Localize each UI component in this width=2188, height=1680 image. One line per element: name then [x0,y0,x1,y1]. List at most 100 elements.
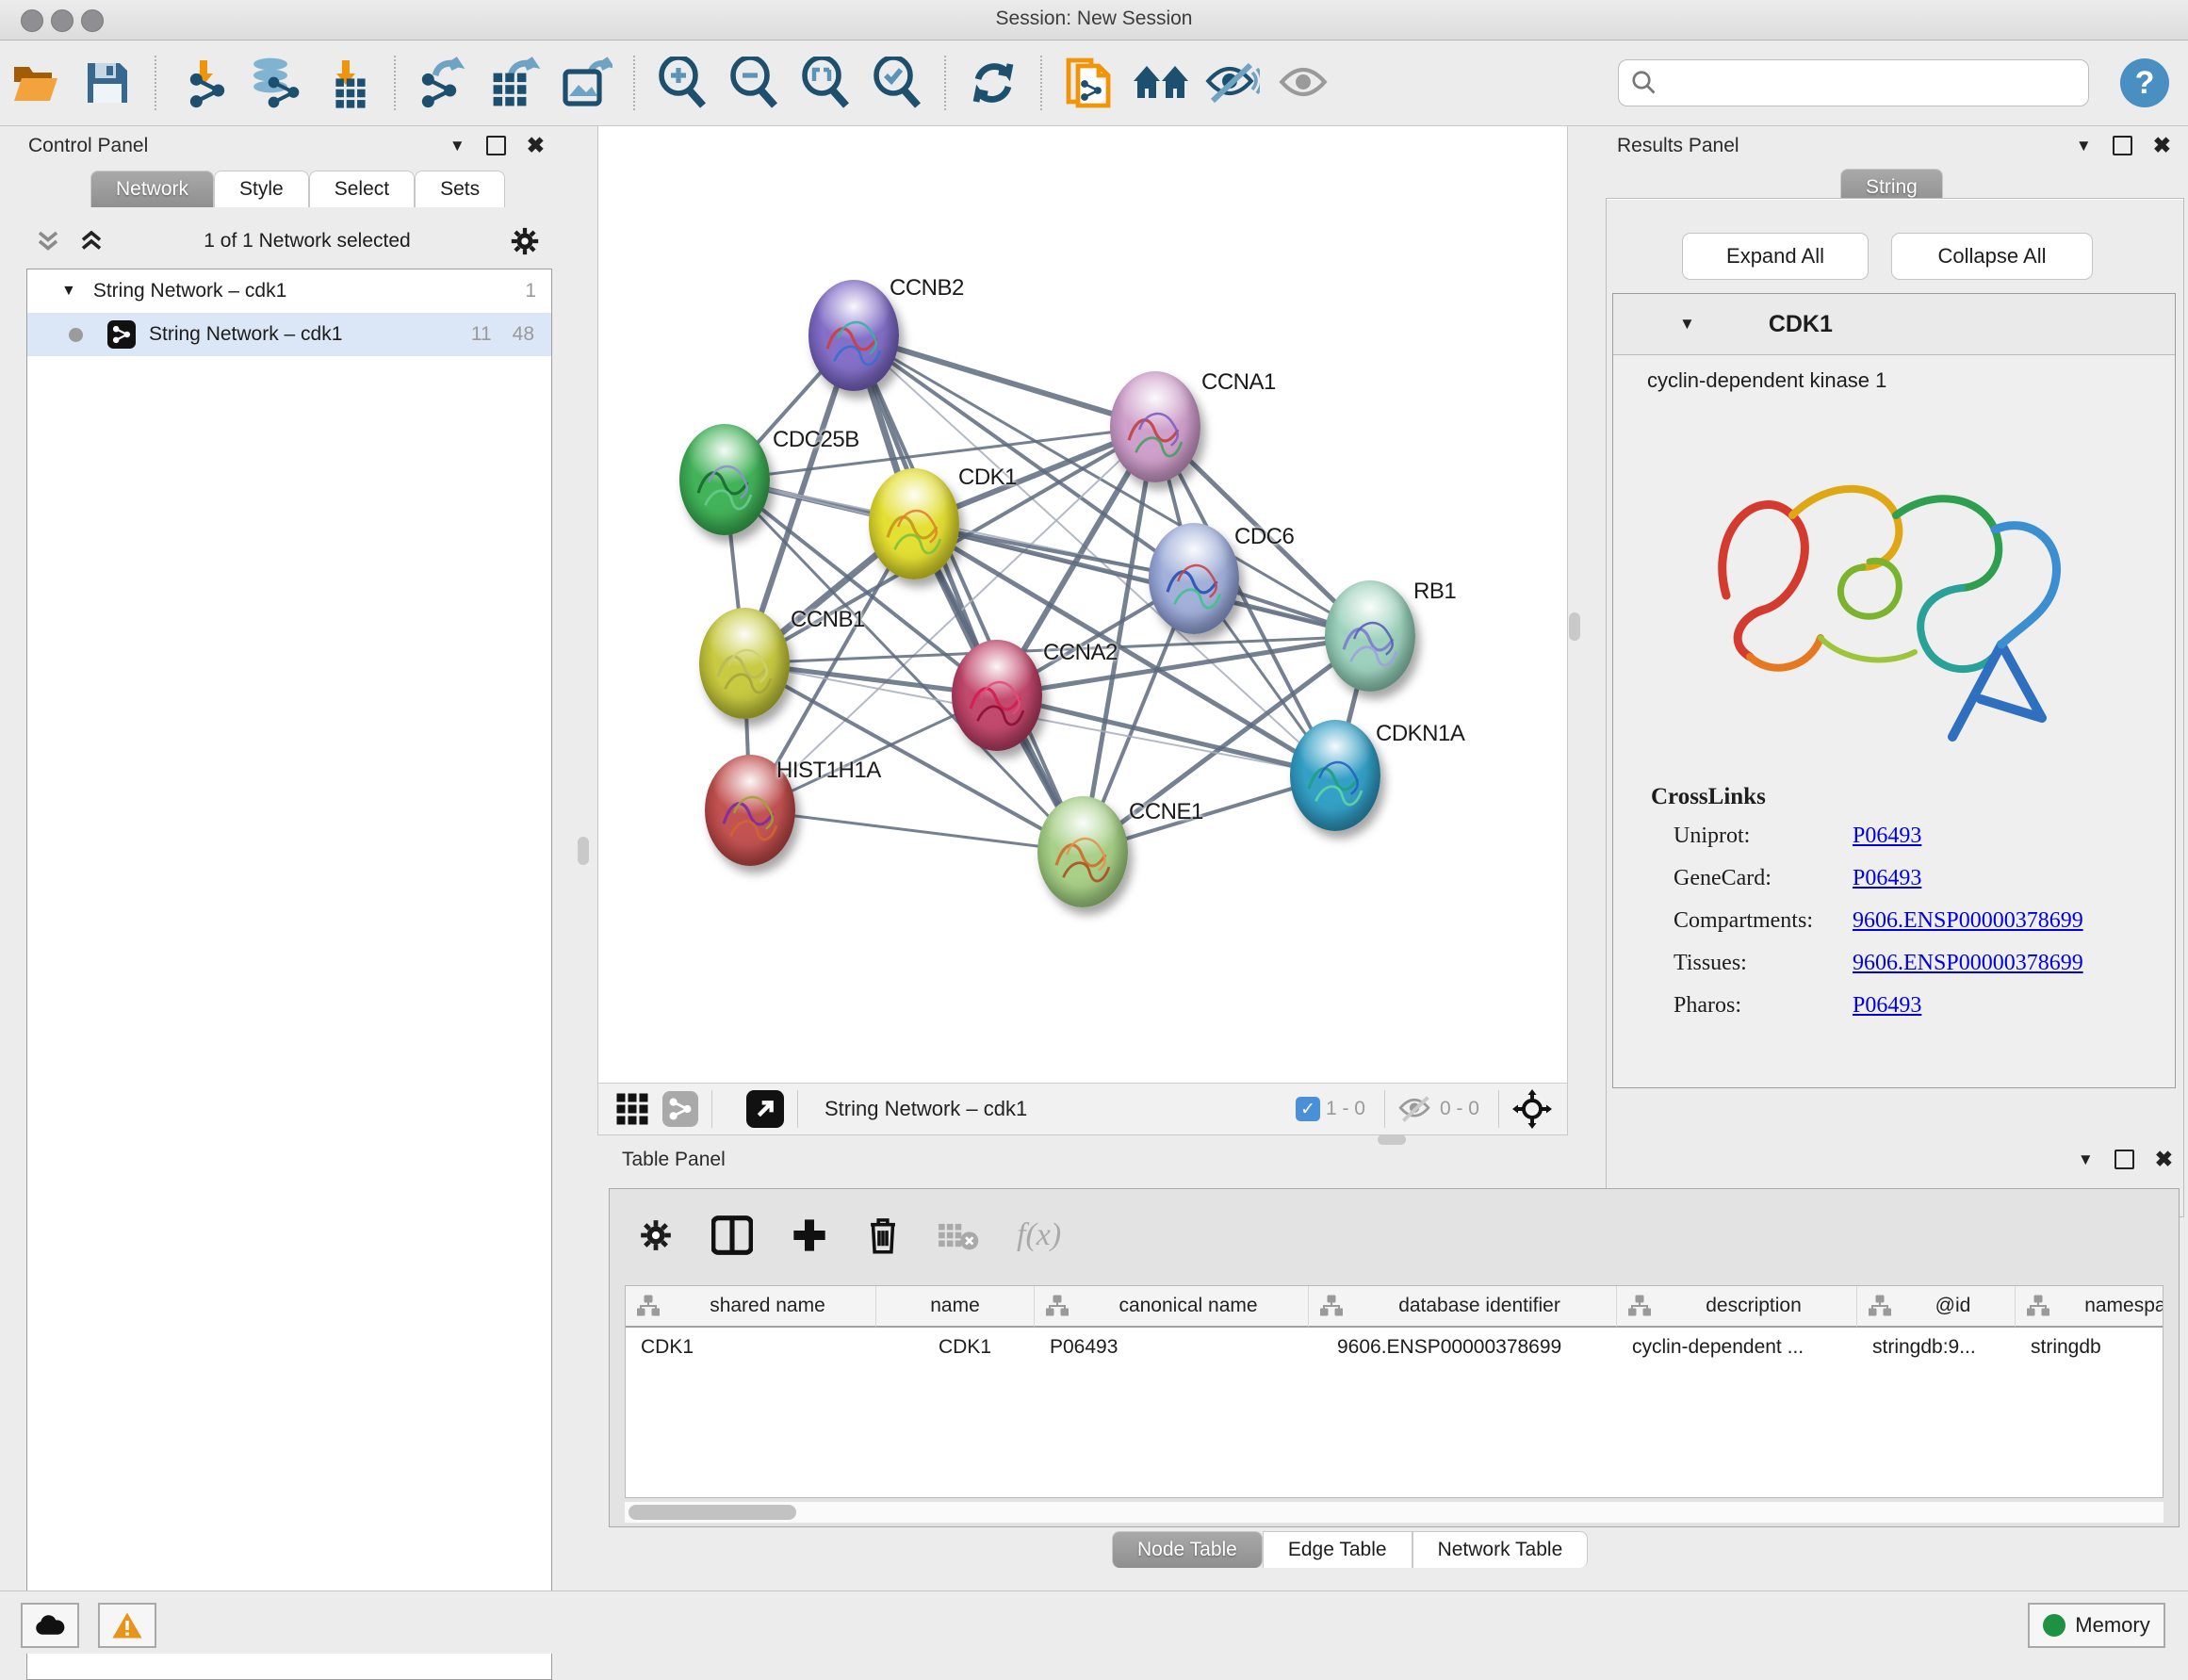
panel-menu-icon[interactable]: ▼ [2076,137,2092,155]
crosslink-link[interactable]: P06493 [1853,993,1921,1019]
tab-sets[interactable]: Sets [415,171,505,207]
expand-all-button[interactable]: Expand All [1682,233,1869,280]
node-table[interactable]: shared name name canonical name database… [625,1285,2164,1498]
grid-view-icon[interactable] [615,1092,649,1126]
crosslink-link[interactable]: 9606.ENSP00000378699 [1853,951,2083,976]
collection-expander-icon[interactable]: ▼ [61,283,76,300]
table-cell[interactable]: CDK1 [626,1328,876,1367]
network-edge[interactable] [750,810,1083,852]
network-edge[interactable] [854,335,1083,852]
network-node-cdc6[interactable] [1149,523,1239,634]
crosslink-link[interactable]: P06493 [1853,866,1921,891]
sitemap-icon [637,1295,660,1317]
export-image-icon[interactable] [557,54,615,112]
expand-all-networks-icon[interactable] [34,227,62,255]
network-node-ccnb2[interactable] [808,280,899,391]
search-input[interactable] [1666,71,2088,95]
crosslink-link[interactable]: P06493 [1853,824,1921,849]
network-node-ccnb1[interactable] [699,608,790,719]
panel-menu-icon[interactable]: ▼ [2078,1150,2094,1169]
toolbar-separator [711,1090,712,1128]
detach-view-icon[interactable] [746,1090,784,1128]
table-cell[interactable]: CDK1 [876,1328,1035,1367]
splitter-grip[interactable] [578,837,589,865]
sitemap-icon [1628,1295,1651,1317]
show-columns-icon[interactable] [711,1215,753,1255]
node-label-rb1: RB1 [1413,579,1456,605]
horizontal-scrollbar[interactable] [625,1502,2164,1523]
close-panel-icon[interactable]: ✖ [2153,133,2171,158]
control-panel-title: Control Panel [28,135,148,157]
table-cell[interactable]: P06493 [1035,1328,1309,1367]
show-all-icon[interactable] [1275,54,1333,112]
zoom-selected-icon[interactable] [868,54,926,112]
search-box[interactable] [1618,59,2089,106]
protein-structure [1110,379,1200,482]
add-column-icon[interactable] [791,1216,828,1254]
network-node-cdk1[interactable] [869,468,959,579]
collapse-all-button[interactable]: Collapse All [1891,233,2093,280]
table-cell[interactable]: cyclin-dependent ... [1617,1328,1857,1367]
network-row[interactable]: String Network – cdk1 11 48 [27,313,551,356]
float-panel-icon[interactable] [486,136,506,155]
open-session-icon[interactable] [7,54,65,112]
memory-button[interactable]: Memory [2028,1603,2165,1648]
panel-menu-icon[interactable]: ▼ [449,137,465,155]
protein-detail-card: ▼ CDK1 cyclin-dependent kinase 1 [1612,293,2176,1088]
import-table-icon[interactable] [318,54,376,112]
export-table-icon[interactable] [485,54,544,112]
close-panel-icon[interactable]: ✖ [527,133,545,158]
export-network-icon[interactable] [414,54,472,112]
import-network-from-database-icon[interactable] [246,54,304,112]
cloud-status-button[interactable] [21,1603,79,1648]
float-panel-icon[interactable] [2113,136,2132,155]
collapse-protein-icon[interactable]: ▼ [1679,315,1695,334]
table-cell[interactable]: 9606.ENSP00000378699 [1309,1328,1617,1367]
tab-select[interactable]: Select [309,171,415,207]
delete-column-icon[interactable] [866,1215,900,1255]
network-node-rb1[interactable] [1325,580,1415,692]
scrollbar-thumb[interactable] [629,1505,796,1520]
network-node-cdkn1a[interactable] [1290,720,1380,831]
memory-label: Memory [2075,1613,2149,1638]
crosslink-label: Compartments: [1674,908,1853,934]
tab-network[interactable]: Network [90,171,214,207]
table-options-gear-icon[interactable] [638,1217,674,1253]
refresh-icon[interactable] [964,54,1022,112]
zoom-fit-icon[interactable] [796,54,855,112]
warning-button[interactable] [98,1603,156,1648]
network-node-ccna2[interactable] [952,640,1042,751]
crosslink-row: Pharos:P06493 [1674,993,2141,1019]
save-session-icon[interactable] [78,54,137,112]
float-panel-icon[interactable] [2115,1150,2134,1169]
network-node-ccne1[interactable] [1037,796,1128,907]
table-cell[interactable]: stringdb:9... [1857,1328,2016,1367]
protein-card-header[interactable]: ▼ CDK1 [1613,294,2175,355]
network-options-gear-icon[interactable] [509,225,541,257]
birds-eye-view-icon[interactable] [1512,1089,1552,1129]
splitter-grip[interactable] [1569,612,1580,641]
share-view-icon[interactable] [662,1091,698,1127]
close-panel-icon[interactable]: ✖ [2155,1147,2173,1172]
import-network-icon[interactable] [174,54,233,112]
network-node-ccna1[interactable] [1110,371,1200,482]
tab-node-table[interactable]: Node Table [1112,1531,1263,1568]
network-node-cdc25b[interactable] [679,424,770,535]
crosslink-link[interactable]: 9606.ENSP00000378699 [1853,908,2083,934]
selected-checkbox-icon[interactable]: ✓ [1296,1097,1320,1121]
table-cell[interactable]: stringdb [2016,1328,2164,1367]
network-view[interactable]: CCNB2CCNA1CDC25BCDK1CDC6RB1CCNB1CCNA2CDK… [597,125,1568,1135]
help-button[interactable]: ? [2120,58,2169,107]
tab-network-table[interactable]: Network Table [1412,1531,1589,1568]
hide-selected-icon[interactable] [1203,54,1262,112]
zoom-out-icon[interactable] [725,54,783,112]
network-canvas[interactable]: CCNB2CCNA1CDC25BCDK1CDC6RB1CCNB1CCNA2CDK… [598,126,1567,1083]
collapse-all-networks-icon[interactable] [77,227,106,255]
first-neighbors-icon[interactable] [1132,54,1190,112]
network-edge[interactable] [997,695,1335,775]
tab-edge-table[interactable]: Edge Table [1263,1531,1412,1568]
zoom-in-icon[interactable] [653,54,711,112]
clone-network-icon[interactable] [1060,54,1118,112]
tab-style[interactable]: Style [214,171,309,207]
network-collection-row[interactable]: ▼ String Network – cdk1 1 [27,269,551,313]
